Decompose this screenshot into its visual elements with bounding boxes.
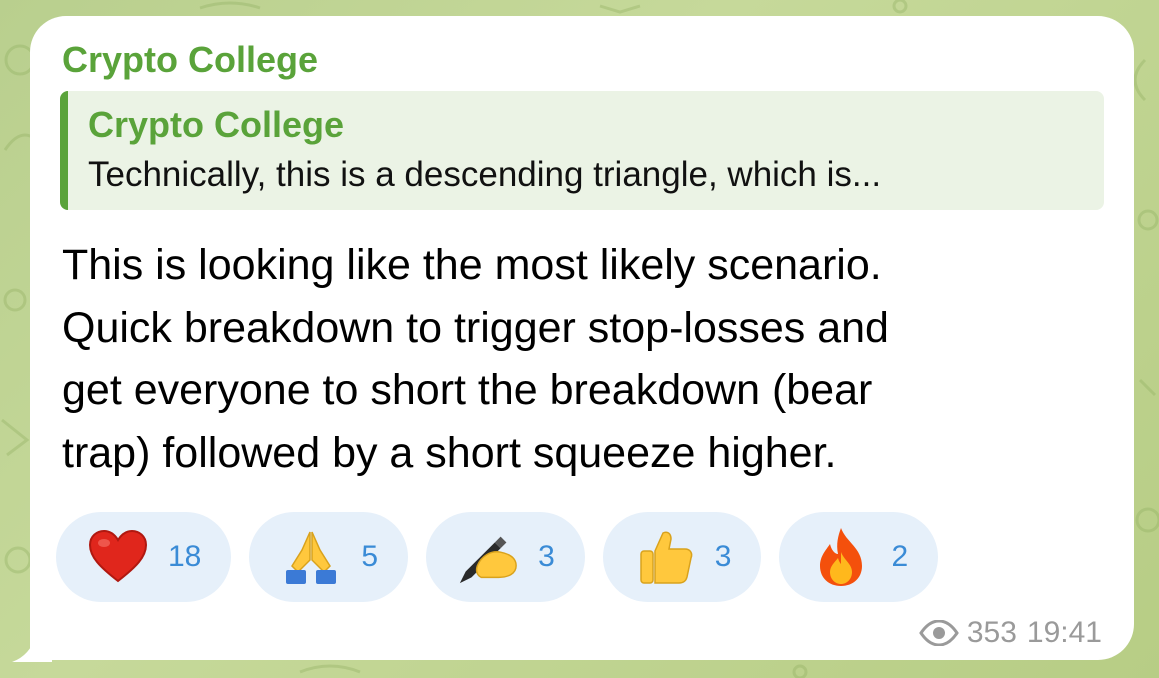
reply-accent-bar <box>60 91 68 210</box>
message-meta: 353 19:41 <box>919 616 1102 650</box>
reaction-writing-hand[interactable]: 3 <box>426 512 585 602</box>
writing-hand-icon <box>456 525 520 589</box>
reaction-heart[interactable]: 18 <box>56 512 232 602</box>
message-line: Quick breakdown to trigger stop-losses a… <box>62 303 889 352</box>
message-line: This is looking like the most likely sce… <box>62 241 882 289</box>
eye-icon <box>919 620 959 646</box>
reply-sender-name: Crypto College <box>88 104 345 145</box>
reply-preview-text: Technically, this is a descending triang… <box>88 155 882 194</box>
red-heart-icon <box>86 525 150 589</box>
message-time: 19:41 <box>1026 616 1102 649</box>
sender-name[interactable]: Crypto College <box>62 40 318 80</box>
reaction-thumbs-up[interactable]: 3 <box>602 512 762 602</box>
fire-icon <box>809 525 873 589</box>
message-bubble: Crypto College Crypto College Technicall… <box>30 16 1134 660</box>
folded-hands-icon <box>279 525 343 589</box>
reaction-fire[interactable]: 2 <box>779 512 939 602</box>
reaction-count: 3 <box>538 540 555 573</box>
thumbs-up-icon <box>633 525 697 589</box>
reaction-pray[interactable]: 5 <box>249 512 409 602</box>
reaction-count: 5 <box>361 540 379 573</box>
message-line: trap) followed by a short squeeze higher… <box>62 428 837 477</box>
message-line: get everyone to short the breakdown (bea… <box>62 366 873 414</box>
reaction-count: 3 <box>714 540 732 573</box>
reactions-bar: 18 5 3 3 2 <box>56 512 939 602</box>
reaction-count: 2 <box>891 540 909 573</box>
message-text: This is looking like the most likely sce… <box>62 234 1112 484</box>
reply-quote[interactable]: Crypto College Technically, this is a de… <box>60 91 1104 210</box>
view-count: 353 <box>966 616 1017 649</box>
reaction-count: 18 <box>168 540 202 573</box>
